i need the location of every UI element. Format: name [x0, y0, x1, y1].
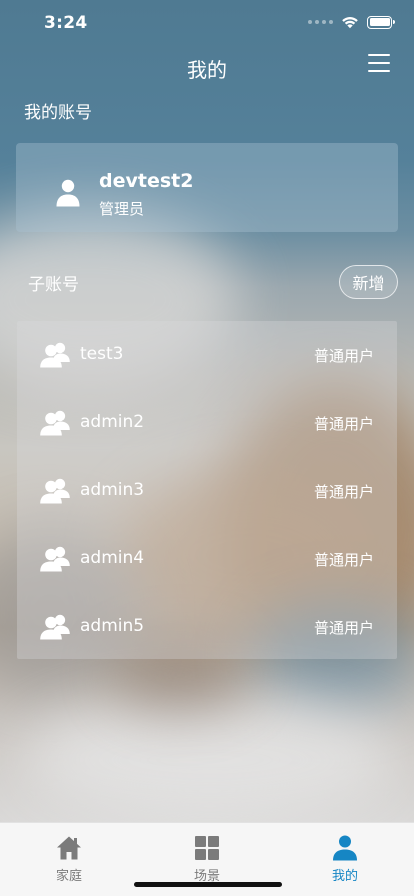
list-item[interactable]: admin3 普通用户 [17, 457, 397, 525]
users-icon [40, 478, 70, 504]
home-icon [57, 836, 81, 860]
sub-account-type: 普通用户 [313, 619, 374, 637]
battery-icon [367, 15, 395, 29]
cellular-signal-icon [308, 20, 333, 24]
navigation-bar: 我的 [0, 46, 414, 90]
hamburger-icon [368, 54, 390, 72]
users-icon [40, 614, 70, 640]
sub-account-type: 普通用户 [313, 483, 374, 501]
sub-account-type: 普通用户 [313, 347, 374, 365]
account-role: 管理员 [99, 200, 145, 218]
tab-home[interactable]: 家庭 [0, 823, 138, 896]
my-account-section-title: 我的账号 [24, 103, 92, 123]
status-time: 3:24 [44, 13, 88, 33]
sub-account-name: admin4 [80, 548, 145, 568]
status-icons [308, 15, 395, 29]
sub-account-name: admin5 [80, 616, 145, 636]
sub-account-name: test3 [80, 344, 124, 364]
list-item[interactable]: test3 普通用户 [17, 321, 397, 389]
wifi-icon [342, 17, 358, 29]
home-indicator [134, 882, 282, 887]
sub-account-name: admin2 [80, 412, 145, 432]
list-item[interactable]: admin5 普通用户 [17, 593, 397, 661]
sub-account-section-title: 子账号 [28, 275, 79, 295]
page-title: 我的 [187, 58, 227, 82]
menu-button[interactable] [368, 54, 390, 76]
tab-mine[interactable]: 我的 [276, 823, 414, 896]
tab-label: 我的 [331, 869, 358, 884]
users-icon [40, 546, 70, 572]
add-sub-account-button[interactable]: 新增 [339, 265, 398, 299]
list-item[interactable]: admin2 普通用户 [17, 389, 397, 457]
users-icon [40, 342, 70, 368]
status-bar: 3:24 [0, 0, 414, 46]
tab-label: 家庭 [55, 869, 82, 884]
user-icon [56, 179, 80, 207]
list-item[interactable]: admin4 普通用户 [17, 525, 397, 593]
user-icon [333, 835, 357, 861]
sub-account-name: admin3 [80, 480, 145, 500]
sub-account-type: 普通用户 [313, 415, 374, 433]
my-account-card[interactable]: devtest2 管理员 [16, 143, 398, 232]
sub-account-list: test3 普通用户 admin2 普通用户 admin3 普通用户 admin… [17, 321, 397, 659]
users-icon [40, 410, 70, 436]
grid-icon [195, 836, 219, 860]
account-username: devtest2 [99, 170, 194, 192]
sub-account-type: 普通用户 [313, 551, 374, 569]
